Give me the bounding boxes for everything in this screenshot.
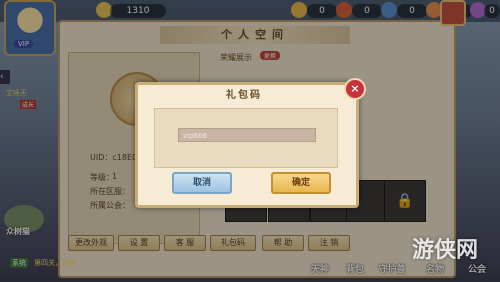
confirm-button[interactable]: 确定 [271,172,331,194]
cancel-button[interactable]: 取消 [172,172,232,194]
close-icon[interactable]: × [344,78,366,100]
dialog-title: 礼包码 [226,90,262,101]
watermark-text: 游侠网 [412,238,479,263]
gift-code-input[interactable]: vip666 [178,128,316,142]
